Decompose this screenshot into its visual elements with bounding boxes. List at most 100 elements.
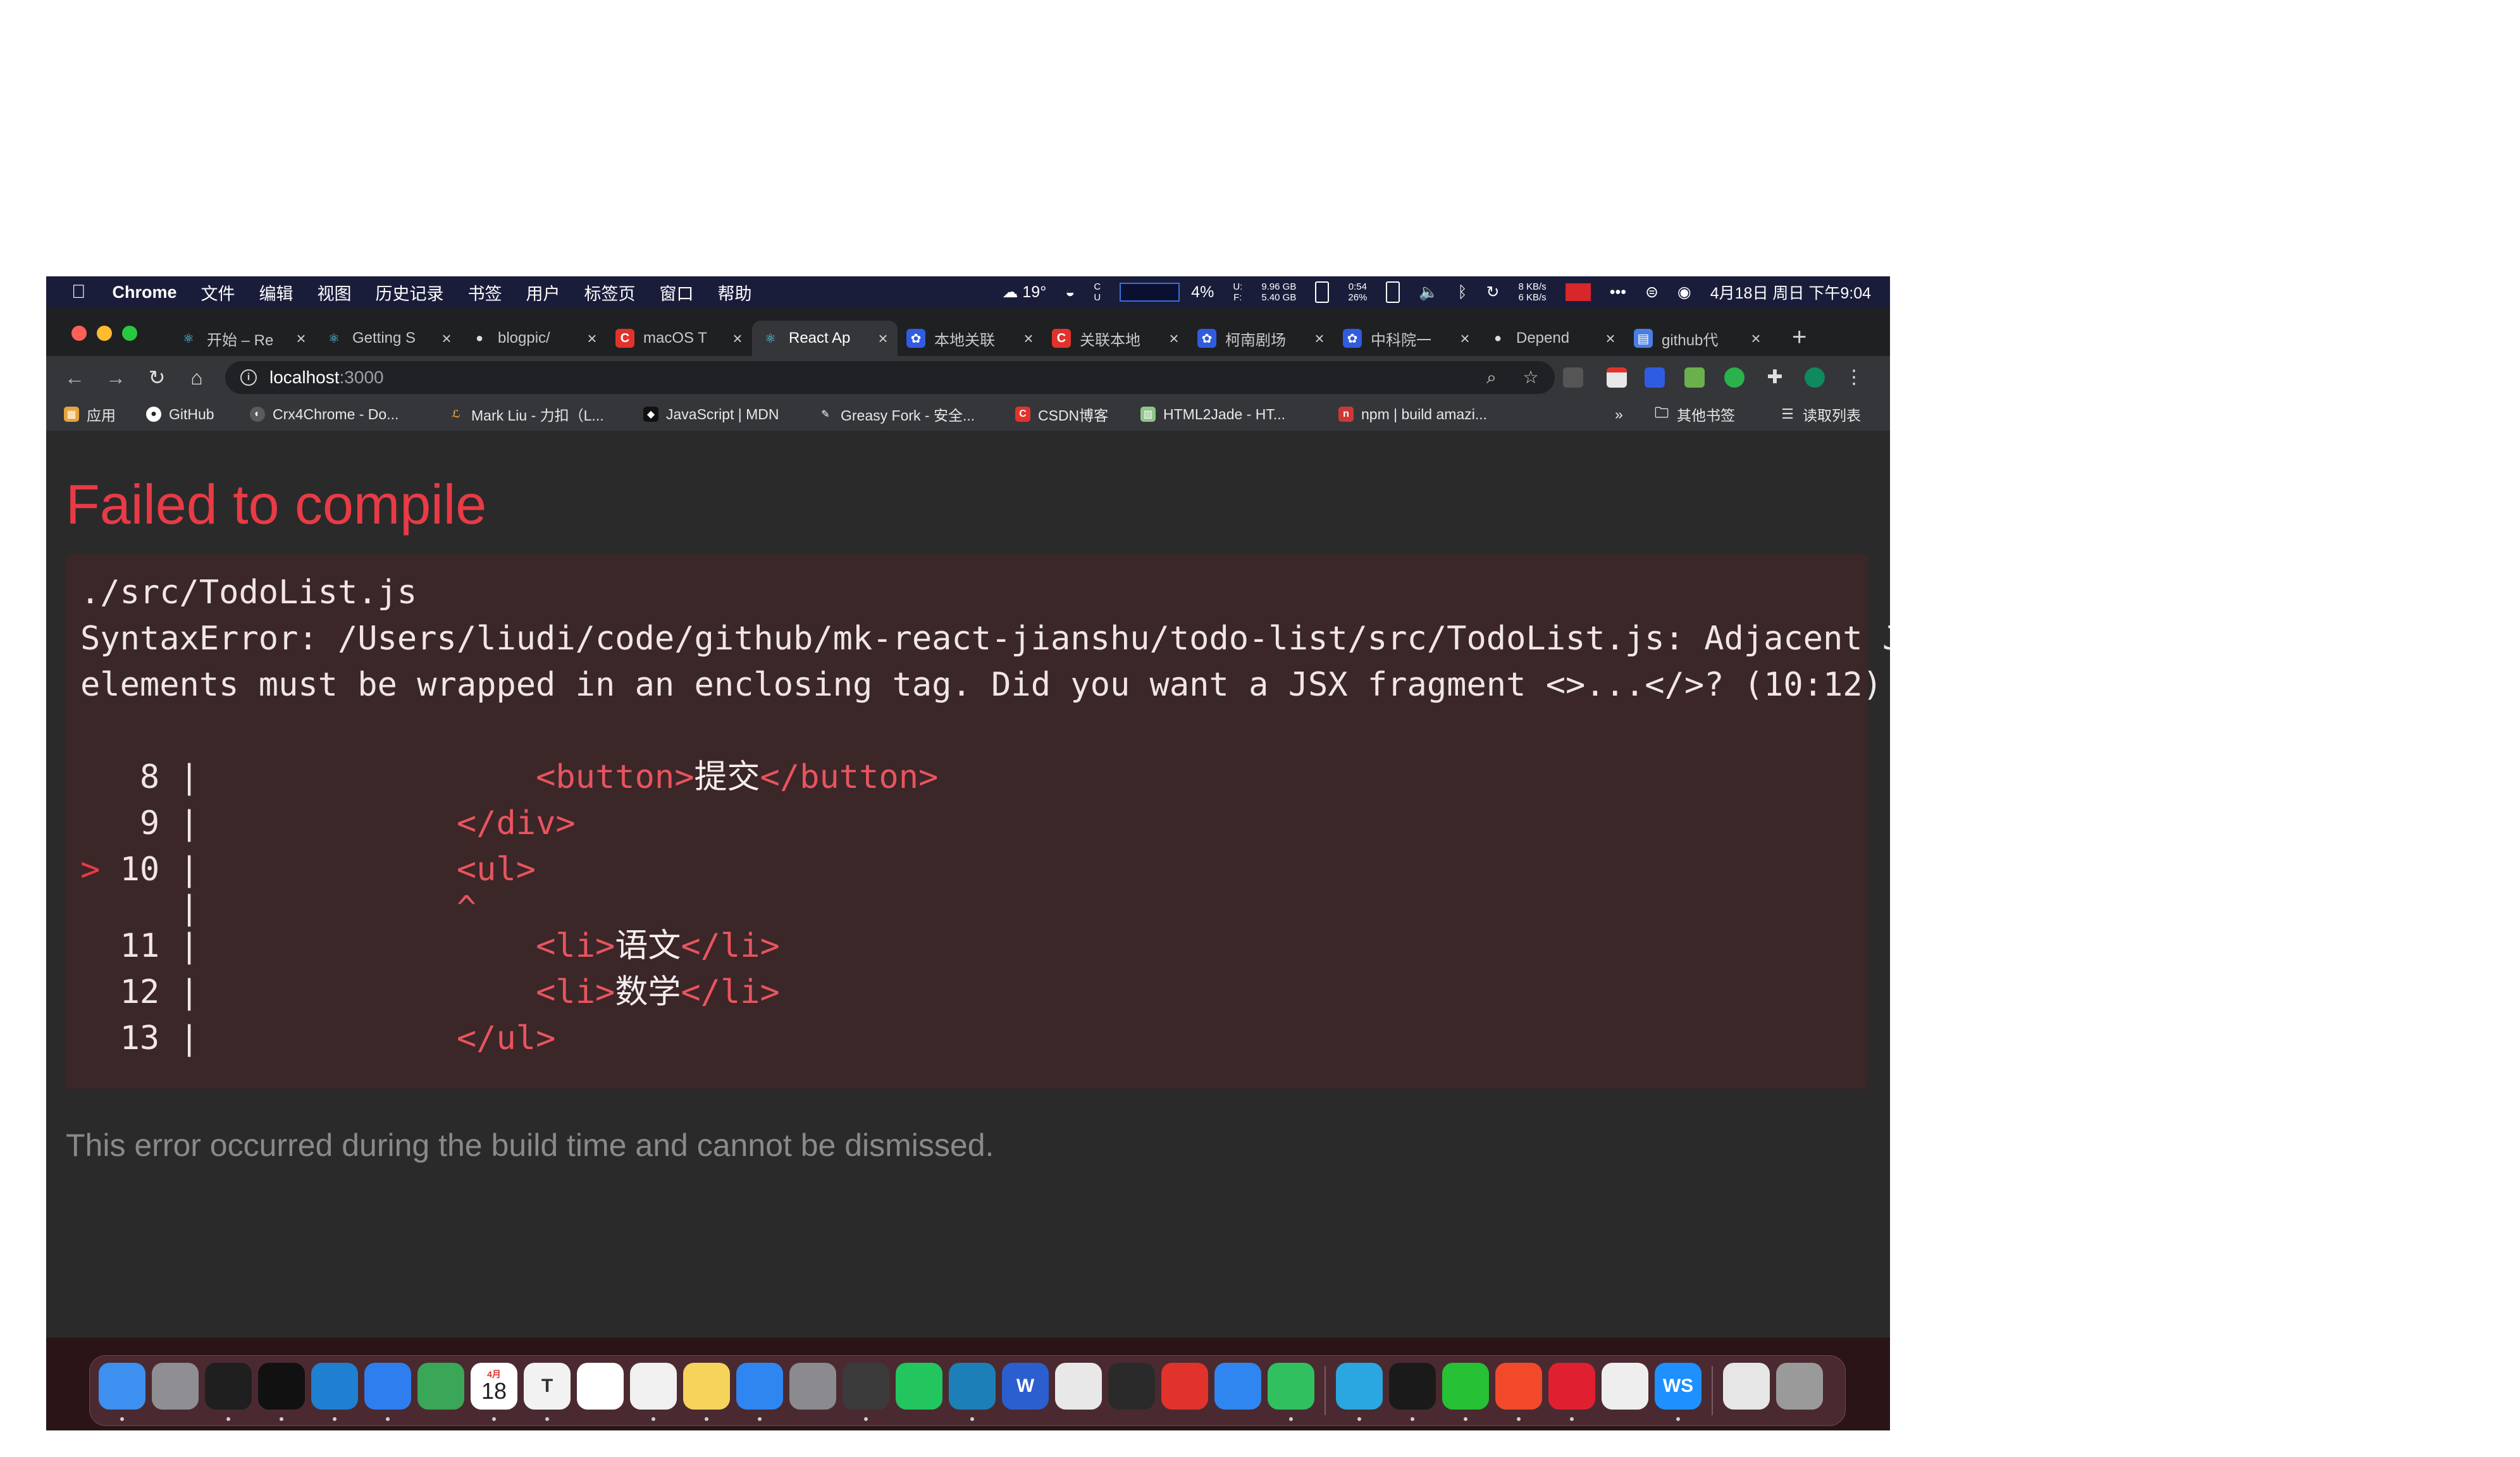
iqiyi-dock-icon[interactable] [1442,1363,1489,1410]
tab[interactable]: ✿ 本地关联 × [898,321,1043,356]
extensions-puzzle-icon[interactable]: ✚ [1765,367,1785,388]
xmind-dock-icon[interactable] [1161,1363,1208,1410]
terminal-dock-icon[interactable] [258,1363,305,1410]
menu-help[interactable]: 帮助 [718,280,752,305]
activity-monitor-dock-icon[interactable] [205,1363,252,1410]
bookmark-item[interactable]: ▦ 应用 [64,405,116,424]
volume-icon[interactable]: 🔈 [1419,283,1438,302]
tab[interactable]: ▤ github代 × [1625,321,1770,356]
system-preferences-dock-icon[interactable] [789,1363,836,1410]
address-bar[interactable]: i localhost:3000 ⌕ ☆ [225,361,1555,394]
tab[interactable]: ⚛ 开始 – Re × [170,321,316,356]
tab-close-icon[interactable]: × [1164,329,1183,348]
teapot-icon[interactable]: ◒ [1065,283,1075,302]
tab-active[interactable]: ⚛ React Ap × [752,321,898,356]
extension-calendar-icon[interactable] [1607,367,1627,388]
tab-close-icon[interactable]: × [1019,329,1038,348]
bookmark-item[interactable]: C CSDN博客 [1015,405,1108,424]
reload-icon[interactable]: ↻ [144,365,170,390]
minimize-window-button[interactable] [97,326,112,341]
cpu-percent[interactable]: 4% [1191,283,1214,302]
zoom-icon[interactable]: ⌕ [1480,366,1503,389]
webstorm-dock-icon[interactable]: WS [1655,1363,1702,1410]
tab-close-icon[interactable]: × [874,329,892,348]
bookmark-star-icon[interactable]: ☆ [1519,366,1542,389]
typora-dock-icon[interactable]: T [524,1363,571,1410]
menu-kebab-icon[interactable]: ⋮ [1844,367,1864,388]
menu-tab[interactable]: 标签页 [584,280,636,305]
app-store-dock-icon[interactable] [736,1363,783,1410]
screen-recorder-dock-icon[interactable] [1055,1363,1102,1410]
new-tab-button[interactable]: + [1792,324,1807,350]
tab[interactable]: C macOS T × [607,321,752,356]
bookmark-item[interactable]: ▥ HTML2Jade - HT... [1140,405,1285,423]
apple-menu-icon[interactable]:  [71,281,86,303]
bookmark-item[interactable]: ℒ Mark Liu - 力扣（L... [448,405,603,424]
bookmarks-overflow-button[interactable]: » [1615,405,1623,423]
app-menu-chrome[interactable]: Chrome [113,283,177,302]
tab-close-icon[interactable]: × [437,329,456,348]
tab-close-icon[interactable]: × [292,329,311,348]
weather-status[interactable]: ☁ 19° [1002,283,1046,302]
panda-app-dock-icon[interactable] [1268,1363,1314,1410]
textedit-dock-icon[interactable] [1602,1363,1648,1410]
cpu-graph[interactable] [1120,283,1180,302]
calendar-dock-icon[interactable]: 4月 18 [471,1363,517,1410]
profile-avatar[interactable] [1805,367,1825,388]
other-bookmarks-folder[interactable]: 🗀 其他书签 [1654,405,1735,424]
menu-file[interactable]: 文件 [201,280,235,305]
menu-people[interactable]: 用户 [526,280,560,305]
mem-values[interactable]: 9.96 GB 5.40 GB [1261,281,1296,303]
edge-dock-icon[interactable] [949,1363,996,1410]
bluetooth-icon[interactable]: ᛒ [1458,283,1467,302]
sync-icon[interactable]: ↻ [1486,283,1500,302]
chrome-dock-icon[interactable] [630,1363,677,1410]
tab[interactable]: ● blogpic/ × [461,321,607,356]
tab[interactable]: ● Depend × [1479,321,1625,356]
tab[interactable]: ✿ 中科院一 × [1334,321,1479,356]
telegram-dock-icon[interactable] [417,1363,464,1410]
home-icon[interactable]: ⌂ [184,365,209,390]
extension-n-icon[interactable] [1724,367,1745,388]
zoom-window-button[interactable] [122,326,137,341]
finder-dock-icon[interactable] [99,1363,145,1410]
launchpad-dock-icon[interactable] [152,1363,199,1410]
bookmark-item[interactable]: ● GitHub [146,405,214,423]
more-icon[interactable]: ••• [1610,283,1626,302]
notes-dock-icon[interactable] [683,1363,730,1410]
safari-dock-icon[interactable] [364,1363,411,1410]
tab-close-icon[interactable]: × [1310,329,1329,348]
qq-dock-icon[interactable] [843,1363,889,1410]
menu-edit[interactable]: 编辑 [259,280,293,305]
extension-sheet-icon[interactable] [1684,367,1705,388]
control-center-icon[interactable]: ⊜ [1645,283,1658,302]
document-dock-icon[interactable] [1723,1363,1770,1410]
wechat-dock-icon[interactable] [896,1363,942,1410]
battery-status[interactable]: 0:54 26% [1348,281,1367,303]
tab[interactable]: C 关联本地 × [1043,321,1189,356]
trash-dock-icon[interactable] [1776,1363,1823,1410]
reading-list-button[interactable]: ☰ 读取列表 [1780,405,1861,424]
clock[interactable]: 4月18日 周日 下午9:04 [1710,281,1871,304]
siri-icon[interactable]: ◉ [1677,283,1691,302]
iterm-dock-icon[interactable] [1389,1363,1436,1410]
network-speed[interactable]: 8 KB/s 6 KB/s [1519,281,1547,303]
close-window-button[interactable] [71,326,87,341]
site-info-icon[interactable]: i [240,369,257,386]
tab-close-icon[interactable]: × [728,329,747,348]
tab-close-icon[interactable]: × [1746,329,1765,348]
extension-screenshot-icon[interactable] [1563,367,1583,388]
pdf-app-dock-icon[interactable] [1548,1363,1595,1410]
back-arrow-icon[interactable]: ← [62,365,87,390]
cloud-app-dock-icon[interactable] [1108,1363,1155,1410]
bookmark-item[interactable]: n npm | build amazi... [1338,405,1487,423]
tab[interactable]: ⚛ Getting S × [316,321,461,356]
bookmark-item[interactable]: ◐ Crx4Chrome - Do... [250,405,398,423]
menu-history[interactable]: 历史记录 [376,280,444,305]
upload-app-dock-icon[interactable] [1214,1363,1261,1410]
battery-icon[interactable] [1386,281,1400,303]
tab-close-icon[interactable]: × [583,329,602,348]
mail-app-dock-icon[interactable] [1495,1363,1542,1410]
input-source-flag-icon[interactable] [1565,283,1591,301]
tab[interactable]: ✿ 柯南剧场 × [1189,321,1334,356]
